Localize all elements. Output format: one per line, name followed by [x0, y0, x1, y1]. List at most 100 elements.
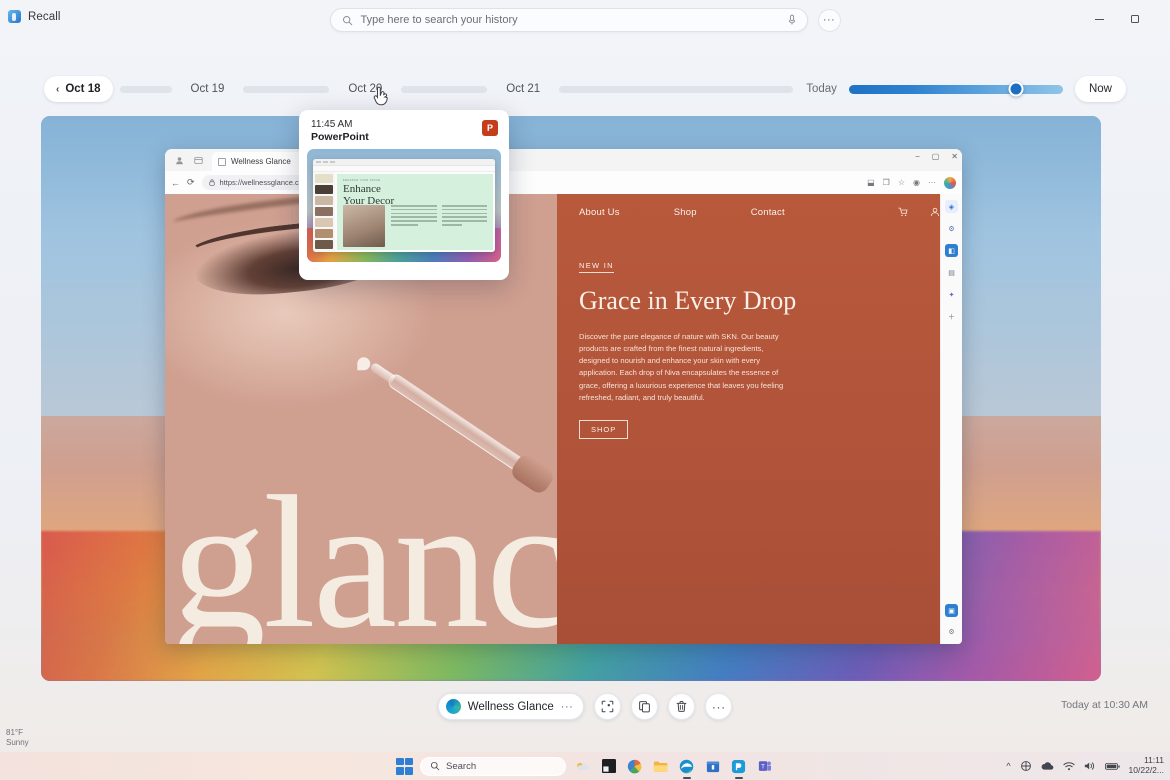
sidebar-settings-icon[interactable]: ⚙ [945, 625, 958, 638]
thumbnail-slide-rail [313, 172, 335, 252]
file-explorer-icon [653, 760, 668, 773]
weather-widget[interactable]: 81°F Sunny [6, 728, 29, 748]
wifi-icon[interactable] [1062, 761, 1075, 771]
slide-photo [343, 205, 385, 247]
slide-columns [391, 205, 487, 228]
taskbar-app-widgets[interactable] [599, 757, 618, 776]
shop-cta-button[interactable]: SHOP [579, 420, 629, 440]
timeline-day-label: Oct 21 [506, 83, 541, 95]
browser-minimize-button[interactable]: − [915, 152, 920, 161]
onedrive-icon[interactable] [1020, 760, 1032, 772]
taskbar-app-edge[interactable] [677, 757, 696, 776]
show-hidden-icons[interactable]: ^ [1006, 761, 1010, 771]
hero-eyebrow: NEW IN [579, 261, 614, 273]
site-wordmark: glance [171, 458, 557, 644]
edge-sidebar-bottom: ▣ ⚙ [945, 604, 958, 638]
taskbar-search-input[interactable]: Search [420, 756, 566, 776]
edge-sidebar: ◈ ⚙ ◧ ▤ ✦ ＋ ▣ ⚙ [940, 194, 962, 644]
timeline-slider-thumb[interactable] [1008, 81, 1024, 97]
sidebar-toggle-icon[interactable]: ▣ [945, 604, 958, 617]
tools-icon[interactable]: ▤ [945, 266, 958, 279]
snapshot-action-bar: Wellness Glance ··· ··· [0, 693, 1170, 720]
site-info-icon[interactable] [208, 179, 215, 186]
select-region-button[interactable] [594, 693, 622, 720]
tab-actions-icon[interactable] [190, 152, 206, 168]
timeline-slider[interactable] [848, 81, 1063, 97]
more-horizontal-icon: ··· [711, 699, 726, 714]
volume-icon[interactable] [1084, 761, 1096, 771]
slide-kicker: ENHANCE YOUR SPACE [343, 179, 381, 182]
taskbar-app-weather[interactable] [573, 757, 592, 776]
collections-icon[interactable]: ❐ [883, 178, 890, 187]
settings-more-icon[interactable]: ··· [928, 178, 936, 187]
search-more-button[interactable]: ··· [817, 8, 841, 32]
timeline-hover-preview-card[interactable]: 11:45 AM PowerPoint P ENHANCE YOUR SPACE [299, 110, 509, 280]
cart-icon[interactable] [898, 207, 908, 217]
add-icon[interactable]: ＋ [945, 310, 958, 323]
more-options-button[interactable]: ··· [705, 693, 733, 720]
timeline-segment-4[interactable] [559, 85, 794, 93]
cloud-icon[interactable] [1041, 761, 1054, 771]
taskbar-app-photos[interactable] [625, 757, 644, 776]
copilot-icon[interactable] [944, 176, 956, 189]
reload-icon[interactable]: ⟳ [187, 177, 195, 188]
dropper-tip [369, 361, 396, 384]
now-button[interactable]: Now [1074, 76, 1126, 102]
favorites-icon[interactable]: ☆ [898, 178, 905, 187]
tab-title: Wellness Glance [231, 157, 291, 166]
taskbar-app-recall[interactable] [729, 757, 748, 776]
taskbar-app-teams[interactable]: T [755, 757, 774, 776]
account-icon[interactable] [930, 207, 940, 217]
browser-essentials-icon[interactable]: ◉ [913, 178, 920, 187]
hero-body-text: Discover the pure elegance of nature wit… [579, 331, 784, 403]
captured-browser-window: Wellness Glance ✕ − ▢ ✕ ← ⟳ https://well… [165, 149, 962, 644]
widgets-icon [601, 759, 616, 773]
timeline-segment-3[interactable] [401, 85, 488, 93]
timeline-day-oct-19[interactable]: Oct 19 [179, 76, 237, 102]
copilot-icon[interactable]: ◈ [945, 200, 958, 213]
back-arrow-icon[interactable]: ← [171, 178, 180, 188]
timeline-day-oct-18[interactable]: ‹ Oct 18 [44, 76, 113, 102]
app-chip-more-icon[interactable]: ··· [561, 701, 574, 713]
hover-card-thumbnail[interactable]: ENHANCE YOUR SPACE Enhance Your Decor [307, 149, 501, 262]
profile-avatar[interactable] [171, 152, 187, 168]
timeline-segment-2[interactable] [243, 85, 330, 93]
site-navigation: About Us Shop Contact [557, 194, 962, 230]
browser-maximize-button[interactable]: ▢ [932, 152, 940, 161]
recall-app-window: Recall Type here to search your history … [0, 0, 1170, 752]
games-icon[interactable]: ✦ [945, 288, 958, 301]
battery-icon[interactable] [1104, 762, 1120, 771]
browser-window-controls: − ▢ ✕ [915, 152, 958, 161]
shopping-icon[interactable]: ◧ [945, 244, 958, 257]
taskbar-app-explorer[interactable] [651, 757, 670, 776]
thumbnail-slide: ENHANCE YOUR SPACE Enhance Your Decor [337, 174, 493, 250]
snapshot-canvas[interactable]: Wellness Glance ✕ − ▢ ✕ ← ⟳ https://well… [41, 116, 1101, 681]
taskbar-clock[interactable]: 11:11 10/22/2... [1129, 755, 1164, 776]
taskbar-app-store[interactable] [703, 757, 722, 776]
timeline-day-oct-21[interactable]: Oct 21 [494, 76, 552, 102]
timeline-scrubber[interactable]: ‹ Oct 18 Oct 19 Oct 20 Oct 21 Today Now [44, 76, 1126, 102]
snapshot-app-chip[interactable]: Wellness Glance ··· [437, 693, 585, 720]
edge-icon [445, 699, 461, 714]
thumbnail-body: ENHANCE YOUR SPACE Enhance Your Decor [313, 172, 495, 252]
nav-item-contact[interactable]: Contact [751, 207, 785, 218]
microphone-icon[interactable] [787, 14, 797, 26]
browser-close-button[interactable]: ✕ [951, 152, 958, 161]
nav-item-about-us[interactable]: About Us [579, 207, 620, 218]
weather-condition: Sunny [6, 738, 29, 747]
snapshot-app-label: Wellness Glance [467, 700, 554, 713]
clock-time: 11:11 [1143, 755, 1164, 766]
settings-icon[interactable]: ⚙ [945, 222, 958, 235]
search-input[interactable]: Type here to search your history [329, 8, 808, 32]
split-screen-icon[interactable]: ⬓ [867, 178, 875, 187]
nav-item-shop[interactable]: Shop [674, 207, 697, 218]
timeline-segment-1[interactable] [119, 85, 172, 93]
search-placeholder: Type here to search your history [360, 14, 518, 26]
chevron-left-icon[interactable]: ‹ [56, 84, 59, 95]
search-row: Type here to search your history ··· [0, 8, 1170, 32]
start-button[interactable] [396, 757, 413, 775]
crop-select-icon [601, 700, 614, 713]
store-icon [706, 759, 720, 773]
copy-button[interactable] [631, 693, 659, 720]
delete-button[interactable] [668, 693, 696, 720]
